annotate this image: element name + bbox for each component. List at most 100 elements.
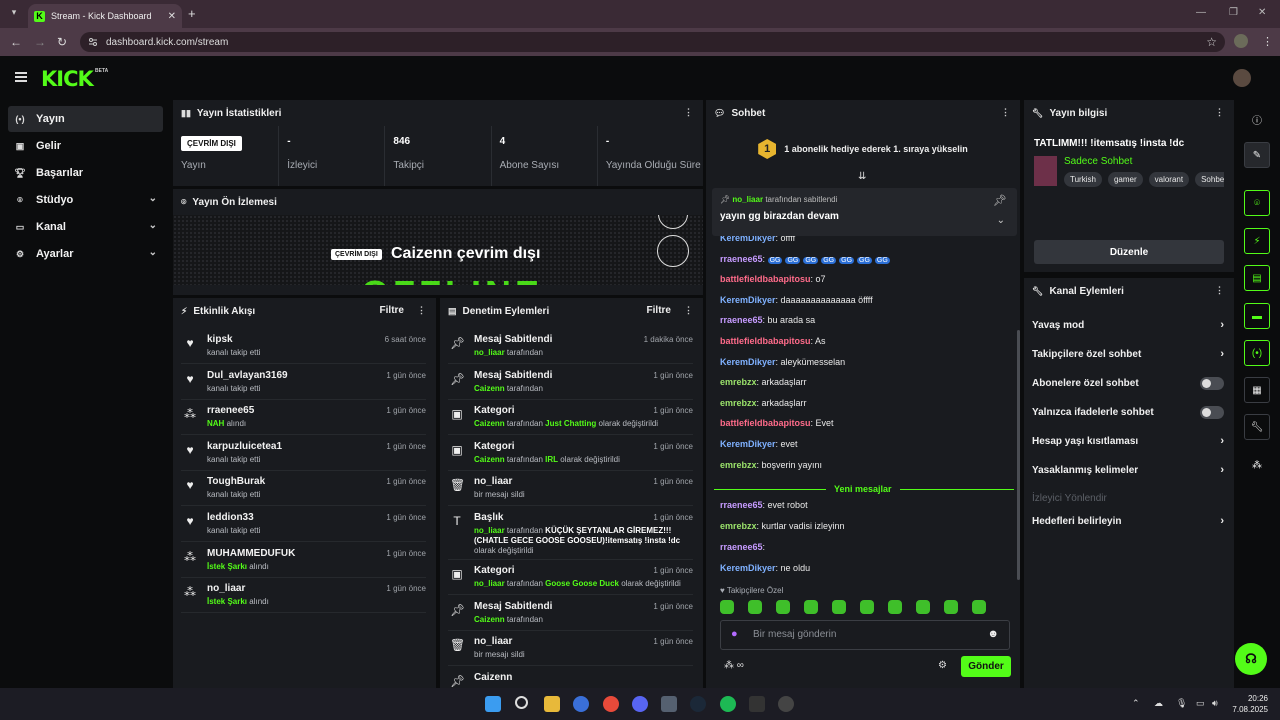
moderation-item[interactable]: 📌︎ Caizenn (448, 666, 693, 689)
chat-username[interactable]: KeremDikyer (720, 357, 776, 367)
chat-username[interactable]: rraenee65 (720, 315, 763, 325)
kick-logo[interactable]: KICK (41, 67, 94, 91)
chat-message[interactable]: rraenee65: (720, 542, 765, 552)
kebab-menu-icon[interactable]: ⋮ (417, 305, 426, 316)
microphone-icon[interactable]: 🎙︎ (1176, 698, 1187, 709)
broadcast-toggle-icon[interactable]: (•) (1244, 340, 1270, 366)
moderator-name[interactable]: no_liaar (474, 526, 505, 535)
emote-icon[interactable] (888, 600, 902, 614)
activity-item[interactable]: ♥ Dul_avlayan3169 kanalı takip etti 1 gün ö… (181, 364, 426, 400)
moderation-item[interactable]: ▣ Kategori Caizenn tarafından IRL olarak d… (448, 435, 693, 471)
discord-icon[interactable] (632, 696, 648, 712)
moderator-name[interactable]: no_liaar (474, 579, 505, 588)
moderation-item[interactable]: 📌︎ Mesaj Sabitlendi Caizenn tarafından 1 g… (448, 595, 693, 631)
kebab-menu-icon[interactable]: ⋮ (684, 305, 693, 316)
chat-message[interactable]: KeremDikyer: evet (720, 439, 798, 449)
emote-icon[interactable] (916, 600, 930, 614)
kebab-menu-icon[interactable]: ⋮ (684, 107, 693, 118)
browser-profile-avatar[interactable] (1234, 34, 1248, 48)
channel-action-item[interactable]: Takipçilere özel sohbet › (1032, 341, 1224, 367)
chevron-down-icon[interactable]: ⌄ (997, 215, 1005, 226)
chrome-icon[interactable] (603, 696, 619, 712)
sidebar-item-gelir[interactable]: ▣ Gelir (8, 133, 163, 159)
support-chat-icon[interactable]: ☊ (1235, 643, 1267, 675)
site-settings-icon[interactable] (88, 37, 98, 47)
close-window-icon[interactable]: ✕ (1258, 7, 1266, 18)
chat-message[interactable]: battlefieldbabapitosu: As (720, 336, 826, 346)
emote-icon[interactable] (944, 600, 958, 614)
chat-username[interactable]: KeremDikyer (720, 295, 776, 305)
chat-message[interactable]: emrebzx: arkadaşlarr (720, 377, 807, 387)
kebab-menu-icon[interactable]: ⋮ (1215, 285, 1224, 296)
stream-preview[interactable]: OFFLINE ÇEVRİM DIŞI Caizenn çevrim dışı (173, 215, 703, 285)
pinned-message[interactable]: 📌︎ no_liaar tarafından sabitlendi yayın … (712, 188, 1017, 236)
chat-toggle-icon[interactable]: ▬ (1244, 303, 1270, 329)
tag[interactable]: Sohbet (1195, 172, 1224, 187)
layout-toggle-icon[interactable]: ▦ (1244, 377, 1270, 403)
chat-message[interactable]: KeremDikyer: daaaaaaaaaaaaaa öffff (720, 295, 873, 305)
send-button[interactable]: Gönder (961, 656, 1011, 677)
chat-message[interactable]: KeremDikyer: ne oldu (720, 563, 810, 573)
user-avatar[interactable] (1233, 69, 1251, 87)
activity-item[interactable]: ⁂ no_liaar İstek Şarkı alındı 1 gün önce (181, 577, 426, 614)
channel-action-item[interactable]: Abonelere özel sohbet (1032, 370, 1224, 396)
sidebar-item-basarilar[interactable]: 🏆︎ Başarılar (8, 160, 163, 186)
chat-username[interactable]: rraenee65 (720, 254, 763, 264)
chat-message[interactable]: battlefieldbabapitosu: Evet (720, 418, 834, 428)
file-explorer-icon[interactable] (544, 696, 560, 712)
toggle-switch[interactable] (1200, 376, 1224, 390)
sidebar-item-yayin[interactable]: (•) Yayın (8, 106, 163, 132)
sidebar-item-kanal[interactable]: ▭ Kanal ⌄ (8, 214, 163, 240)
chat-username[interactable]: emrebzx (720, 398, 757, 408)
minimize-icon[interactable]: — (1196, 7, 1206, 18)
onedrive-icon[interactable]: ☁ (1154, 698, 1163, 709)
emote-icon[interactable] (860, 600, 874, 614)
chat-username[interactable]: KeremDikyer (720, 563, 776, 573)
forward-icon[interactable]: → (34, 35, 46, 49)
toggle-switch[interactable] (1200, 405, 1224, 419)
microphone-icon[interactable]: ● (731, 628, 738, 640)
channel-action-item[interactable]: Yavaş mod › (1032, 312, 1224, 338)
activity-item[interactable]: ⁂ MUHAMMEDUFUK İstek Şarkı alındı 1 gün önc… (181, 542, 426, 578)
moderator-name[interactable]: no_liaar (474, 348, 505, 357)
taskbar-clock[interactable]: 20:26 7.08.2025 (1232, 693, 1268, 715)
activity-user[interactable]: Dul_avlayan3169 (207, 370, 288, 381)
chat-message[interactable]: battlefieldbabapitosu: o7 (720, 274, 826, 284)
channel-points-icon[interactable]: ⁂ ∞ (724, 660, 744, 671)
hamburger-menu-icon[interactable] (15, 72, 27, 82)
chat-message[interactable]: rraenee65: GG GG GG GG GG GG GG (720, 254, 893, 264)
kebab-menu-icon[interactable]: ⋮ (1001, 107, 1010, 118)
channel-action-item[interactable]: Hesap yaşı kısıtlaması › (1032, 428, 1224, 454)
activity-item[interactable]: ♥ ToughBurak kanalı takip etti 1 gün önce (181, 470, 426, 507)
emote-icon[interactable] (804, 600, 818, 614)
tag[interactable]: valorant (1148, 172, 1190, 187)
moderation-item[interactable]: 📌︎ Mesaj Sabitlendi Caizenn tarafından 1 g… (448, 364, 693, 400)
app-icon[interactable] (573, 696, 589, 712)
chat-message[interactable]: KeremDikyer: aleykümesselan (720, 357, 845, 367)
channel-action-item[interactable]: Yalnızca ifadelerle sohbet (1032, 399, 1224, 425)
chat-username[interactable]: battlefieldbabapitosu (720, 336, 811, 346)
chat-message-input[interactable] (753, 629, 973, 640)
chat-username[interactable]: emrebzx (720, 377, 757, 387)
edit-pencil-icon[interactable]: ✎ (1244, 142, 1270, 168)
preview-toggle-icon[interactable]: ⌾ (1244, 190, 1270, 216)
wrench-toggle-icon[interactable]: 🔧︎ (1244, 414, 1270, 440)
search-icon[interactable] (515, 696, 528, 709)
moderator-name[interactable]: Caizenn (474, 455, 505, 464)
url-field[interactable]: dashboard.kick.com/stream ☆ (80, 32, 1225, 52)
chat-username[interactable]: rraenee65 (720, 542, 763, 552)
chat-message[interactable]: rraenee65: bu arada sa (720, 315, 815, 325)
reload-icon[interactable]: ↻ (57, 35, 67, 49)
activity-item[interactable]: ⁂ rraenee65 NAH alındı 1 gün önce (181, 399, 426, 436)
bookmark-star-icon[interactable]: ☆ (1206, 35, 1217, 49)
app-icon[interactable] (778, 696, 794, 712)
emote-icon[interactable] (720, 600, 734, 614)
moderator-name[interactable]: Caizenn (474, 419, 505, 428)
moderation-toggle-icon[interactable]: ▤ (1244, 265, 1270, 291)
activity-item[interactable]: ♥ leddion33 kanalı takip etti 1 gün önce (181, 506, 426, 542)
chat-settings-gear-icon[interactable]: ⚙ (938, 660, 947, 671)
emote-icon[interactable] (748, 600, 762, 614)
close-tab-icon[interactable]: ✕ (168, 11, 176, 22)
tag[interactable]: gamer (1107, 172, 1143, 187)
spotify-icon[interactable] (720, 696, 736, 712)
